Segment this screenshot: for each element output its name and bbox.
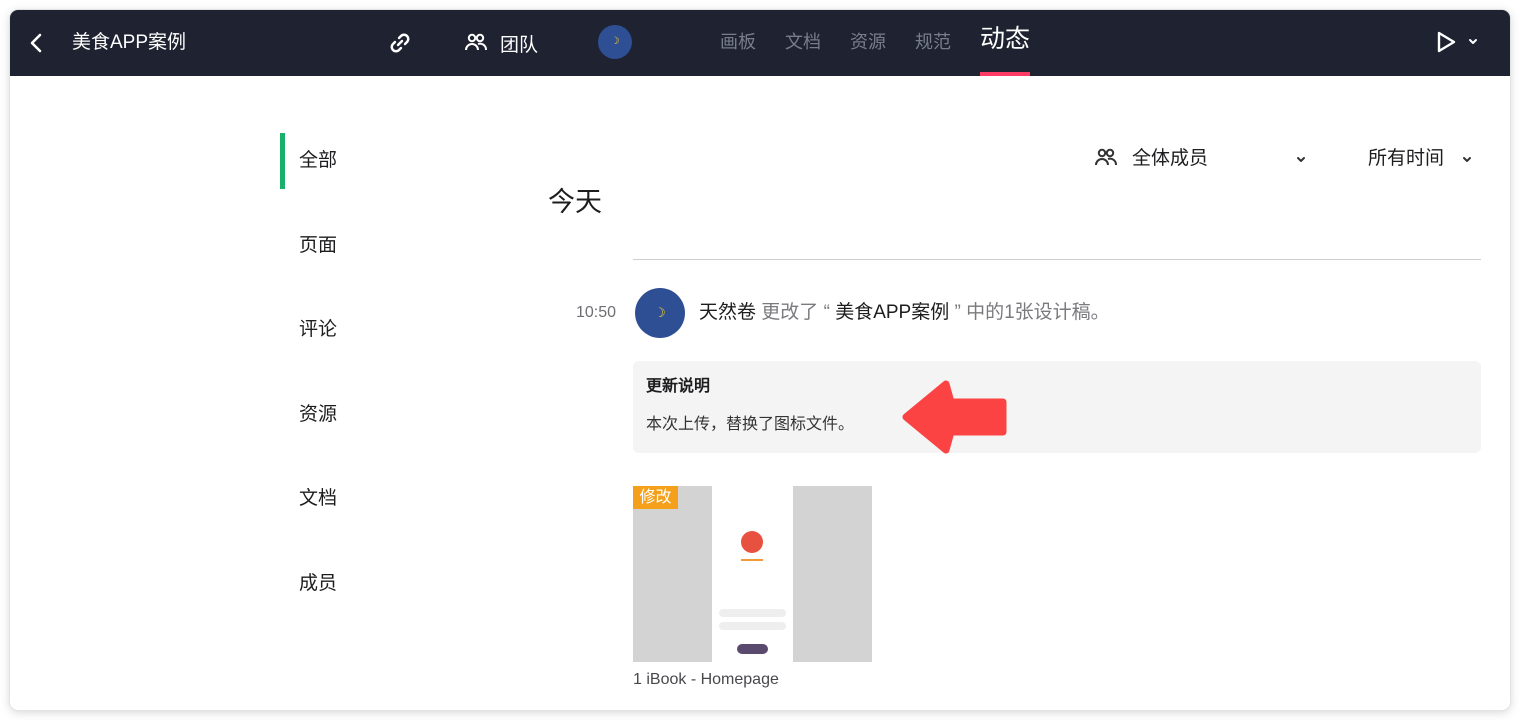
time-filter-dropdown[interactable]: 所有时间 (1368, 144, 1482, 174)
chevron-down-icon (1469, 39, 1477, 44)
red-arrow-annotation (902, 380, 1007, 454)
team-button[interactable]: 团队 (464, 28, 538, 58)
tab-documents[interactable]: 文档 (785, 28, 821, 56)
preview-logo-icon (741, 531, 763, 553)
tab-activity[interactable]: 动态 (980, 23, 1030, 55)
activity-avatar[interactable]: ☽ (635, 288, 685, 338)
update-note-body: 本次上传，替换了图标文件。 (646, 416, 855, 433)
chevron-left-icon (30, 33, 42, 53)
activity-user-name[interactable]: 天然卷 (699, 302, 756, 323)
chevron-down-icon (1297, 157, 1305, 162)
project-title: 美食APP案例 (72, 32, 187, 53)
sidebar-item-label: 页面 (299, 235, 338, 256)
activity-action-suffix: ” 中的1张设计稿。 (954, 302, 1110, 323)
activity-action-prefix: 更改了 “ (761, 302, 830, 323)
preview-field (719, 609, 786, 617)
preview-menu-button[interactable] (1466, 35, 1480, 49)
chevron-down-icon (1463, 157, 1471, 162)
preview-button[interactable] (1434, 28, 1458, 56)
time-filter-label: 所有时间 (1368, 148, 1445, 169)
sidebar-item-comments[interactable]: 评论 (280, 302, 440, 358)
user-avatar[interactable]: ☽ (598, 25, 632, 59)
team-label: 团队 (500, 34, 539, 56)
link-icon (390, 33, 410, 53)
people-icon (465, 33, 487, 51)
sidebar-item-label: 评论 (299, 319, 338, 340)
update-note-title: 更新说明 (646, 378, 711, 395)
sidebar-item-pages[interactable]: 页面 (280, 218, 440, 274)
people-icon (1095, 148, 1117, 166)
play-icon (1437, 31, 1456, 53)
design-thumbnail[interactable]: 修改 (633, 486, 872, 662)
sidebar-item-label: 资源 (299, 404, 338, 425)
activity-time: 10:50 (576, 304, 617, 321)
day-heading: 今天 (548, 187, 602, 217)
activity-project-link[interactable]: 美食APP案例 (835, 302, 949, 323)
thumbnail-caption[interactable]: 1 iBook - Homepage (633, 669, 779, 691)
top-bar: 美食APP案例 团队 ☽ 画板 文档 资源 规范 动态 (10, 10, 1510, 76)
preview-field (719, 622, 786, 630)
sidebar-item-label: 文档 (299, 488, 338, 509)
sidebar-item-label: 全部 (299, 150, 338, 171)
tab-artboards[interactable]: 画板 (720, 28, 756, 56)
moon-icon: ☽ (654, 305, 666, 320)
sidebar-item-documents[interactable]: 文档 (280, 471, 440, 527)
sidebar-item-resources[interactable]: 资源 (280, 387, 440, 443)
member-filter-dropdown[interactable]: 全体成员 (1094, 144, 1316, 174)
moon-icon: ☽ (610, 36, 620, 47)
divider (633, 259, 1481, 260)
tab-specs[interactable]: 规范 (915, 28, 951, 56)
sidebar-item-all[interactable]: 全部 (280, 133, 440, 189)
preview-button-shape (737, 644, 768, 654)
active-tab-indicator (980, 72, 1030, 76)
update-note-box: 更新说明 本次上传，替换了图标文件。 (633, 361, 1481, 453)
app-window: 美食APP案例 团队 ☽ 画板 文档 资源 规范 动态 全部 页面 评论 资源 … (10, 10, 1510, 710)
thumbnail-preview (712, 486, 793, 662)
sidebar-item-members[interactable]: 成员 (280, 556, 440, 612)
modified-badge: 修改 (633, 486, 678, 509)
activity-text: 天然卷 更改了 “ 美食APP案例 ” 中的1张设计稿。 (699, 299, 1110, 327)
preview-accent-line (741, 559, 763, 561)
member-filter-label: 全体成员 (1132, 148, 1209, 169)
share-link-button[interactable] (386, 29, 414, 57)
tab-resources[interactable]: 资源 (850, 28, 886, 56)
back-button[interactable] (24, 30, 50, 56)
sidebar-item-label: 成员 (299, 573, 338, 594)
